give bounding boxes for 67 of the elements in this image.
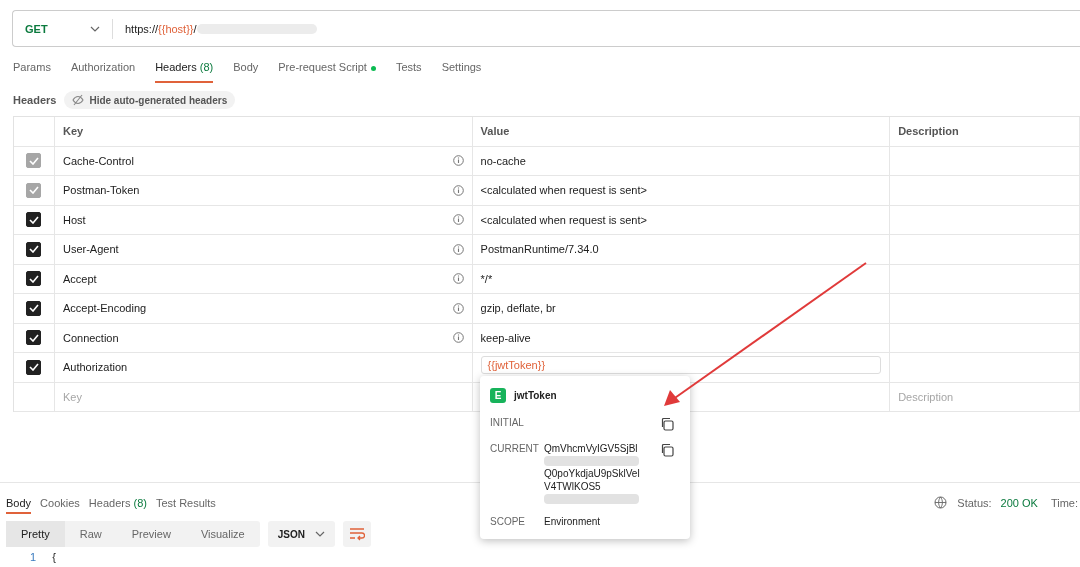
table-cell: Accept: [62, 272, 97, 285]
table-cell: Postman-Token: [62, 184, 140, 197]
view-button[interactable]: Visualize: [185, 521, 260, 547]
checkbox[interactable]: [26, 359, 42, 375]
variable-name: jwtToken: [514, 390, 557, 401]
table-cell: keep-alive: [480, 331, 531, 344]
chevron-down-icon: [90, 25, 100, 32]
value-field[interactable]: {{jwtToken}}: [480, 356, 882, 375]
field-label: INITIAL: [490, 417, 525, 430]
view-button[interactable]: Pretty: [6, 521, 65, 547]
view-button[interactable]: Preview: [116, 521, 186, 547]
token-text: Q0poYkdjaU9pSklVel: [544, 468, 641, 479]
line-number: 1: [30, 551, 37, 563]
globe-icon[interactable]: [934, 496, 949, 510]
table-cell: no-cache: [480, 154, 526, 167]
eye-slash-icon: [72, 94, 85, 106]
table-cell: Accept-Encoding: [62, 302, 147, 315]
token-text: QmVhcmVyIGV5SjBl: [544, 443, 639, 454]
column-header: Value: [472, 117, 891, 146]
tab[interactable]: Authorization: [70, 61, 136, 83]
copy-icon[interactable]: [660, 443, 674, 457]
column-header: Key: [54, 117, 473, 146]
chevron-down-icon: [314, 531, 325, 537]
table-cell: Cache-Control: [62, 154, 134, 167]
field-label: SCOPE: [490, 516, 526, 527]
checkbox[interactable]: [26, 212, 42, 228]
column-header: Description: [890, 117, 1080, 146]
scope-value: Environment: [544, 516, 602, 527]
format-dropdown[interactable]: JSON: [267, 521, 335, 547]
field-label: CURRENT: [490, 443, 540, 456]
checkbox[interactable]: [26, 241, 42, 257]
tab[interactable]: Cookies: [40, 492, 80, 514]
table-cell: Host: [62, 213, 86, 226]
method-dropdown[interactable]: GET: [13, 18, 113, 39]
code-text: {: [52, 551, 56, 563]
url-field[interactable]: https://{{host}}/: [113, 22, 317, 35]
tab[interactable]: Test Results: [155, 492, 216, 514]
view-button[interactable]: Raw: [64, 521, 117, 547]
tab[interactable]: Pre-request Script: [278, 61, 376, 83]
table-cell: Connection: [62, 331, 119, 344]
checkbox[interactable]: [26, 271, 42, 287]
wrap-icon: [348, 527, 365, 541]
tab[interactable]: Tests: [395, 61, 422, 83]
tab[interactable]: Body: [233, 61, 259, 83]
checkbox[interactable]: [26, 330, 42, 346]
checkbox[interactable]: [26, 300, 42, 316]
table-cell: User-Agent: [62, 243, 119, 256]
token-text: V4TWlKOS5: [544, 481, 602, 492]
time-label: Time:: [1050, 497, 1078, 509]
wrap-button[interactable]: [342, 521, 371, 547]
tab[interactable]: Headers (8): [155, 61, 214, 83]
environment-badge: E: [490, 388, 506, 403]
table-cell: <calculated when request is sent>: [480, 213, 647, 226]
status-value: 200 OK: [1000, 497, 1038, 509]
tab[interactable]: Params: [13, 61, 51, 83]
table-cell: PostmanRuntime/7.34.0: [480, 243, 599, 256]
copy-icon[interactable]: [660, 417, 674, 431]
section-label: Headers: [13, 94, 57, 106]
tab[interactable]: Settings: [441, 61, 482, 83]
table-cell: gzip, deflate, br: [480, 302, 556, 315]
table-cell: */*: [480, 272, 493, 285]
status-label: Status:: [957, 497, 992, 509]
tab[interactable]: Body: [6, 492, 32, 514]
table-cell: Authorization: [62, 361, 128, 374]
table-cell: <calculated when request is sent>: [480, 184, 647, 197]
tab[interactable]: Headers (8): [88, 492, 147, 514]
hide-headers-button[interactable]: Hide auto-generated headers: [64, 91, 236, 109]
